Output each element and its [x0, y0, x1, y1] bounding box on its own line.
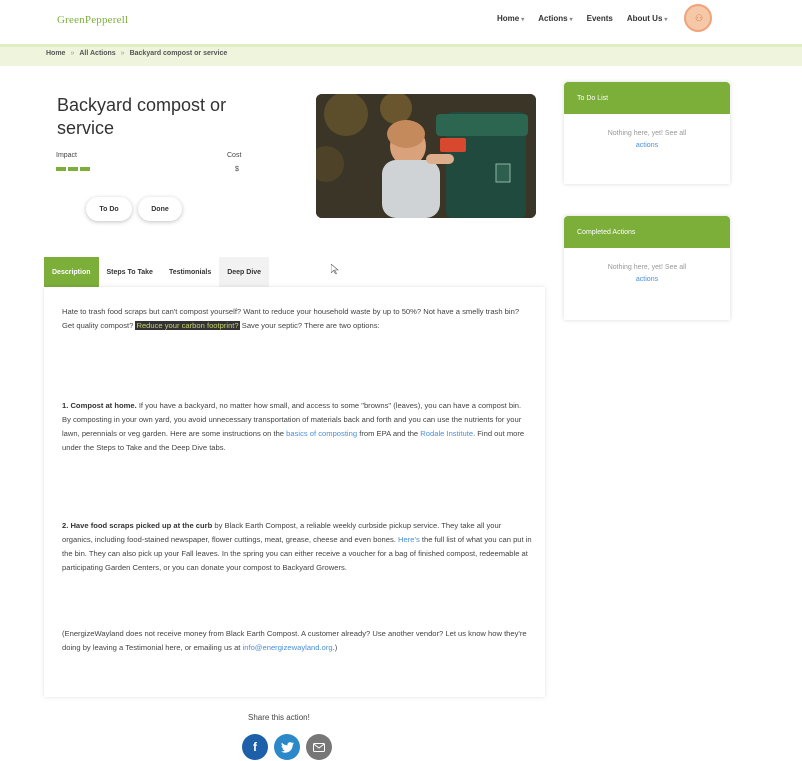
nav-about-us[interactable]: About Us ▾	[627, 14, 668, 23]
top-navbar: GreenPepperell Home ▾ Actions ▾ Events Abo…	[0, 0, 802, 40]
full-list-link[interactable]: Here's	[398, 535, 420, 544]
todo-button[interactable]: To Do	[86, 197, 132, 221]
see-all-actions-link[interactable]: actions	[636, 142, 658, 149]
avatar[interactable]: ⚇	[684, 4, 712, 32]
impact-bar	[80, 167, 90, 171]
highlighted-text: Reduce your carbon footprint?	[135, 321, 240, 330]
basics-of-composting-link[interactable]: basics of composting	[286, 429, 357, 438]
option-1-paragraph: 1. Compost at home. If you have a backya…	[62, 401, 525, 452]
share-buttons: f	[242, 734, 332, 760]
breadcrumb: Home » All Actions » Backyard compost or…	[46, 50, 227, 57]
chevron-down-icon: ▾	[569, 17, 573, 23]
breadcrumb-current: Backyard compost or service	[129, 50, 228, 57]
completed-actions-title: Completed Actions	[564, 216, 730, 248]
todo-list-empty: Nothing here, yet! See all actions	[607, 130, 687, 149]
page-title: Backyard compost or service	[57, 95, 227, 138]
user-icon: ⚇	[695, 13, 704, 23]
cost-label: Cost	[227, 152, 242, 159]
nav-events[interactable]: Events	[587, 14, 613, 23]
action-photo	[316, 94, 536, 218]
todo-list-card: To Do List Nothing here, yet! See all ac…	[564, 82, 730, 184]
cost-value: $	[235, 166, 239, 173]
main-nav: Home ▾ Actions ▾ Events About Us ▾	[497, 14, 667, 23]
impact-label: Impact	[56, 152, 78, 159]
impact-bar	[56, 167, 66, 171]
chevron-down-icon: ▾	[521, 17, 525, 23]
facebook-icon[interactable]: f	[242, 734, 268, 760]
completed-actions-card: Completed Actions Nothing here, yet! See…	[564, 216, 730, 320]
breadcrumb-separator: »	[120, 50, 125, 57]
email-link[interactable]: info@energizewayland.org	[243, 643, 333, 652]
description-panel: Hate to trash food scraps but can't comp…	[44, 287, 545, 697]
breadcrumb-all-actions[interactable]: All Actions	[79, 50, 115, 57]
see-all-actions-link[interactable]: actions	[636, 276, 658, 283]
breadcrumb-separator: »	[70, 50, 75, 57]
chevron-down-icon: ▾	[664, 17, 668, 23]
breadcrumb-home[interactable]: Home	[46, 50, 65, 57]
nav-actions[interactable]: Actions ▾	[538, 14, 572, 23]
done-button[interactable]: Done	[138, 197, 182, 221]
disclaimer-paragraph: (EnergizeWayland does not receive money …	[62, 629, 527, 652]
tab-deep-dive[interactable]: Deep Dive	[219, 257, 270, 287]
site-logo[interactable]: GreenPepperell	[57, 14, 128, 26]
tab-steps-to-take[interactable]: Steps To Take	[98, 257, 161, 287]
child-compost-image	[316, 94, 536, 218]
tab-description[interactable]: Description	[44, 257, 99, 287]
tab-testimonials[interactable]: Testimonials	[160, 257, 220, 287]
impact-meter	[56, 167, 90, 171]
completed-actions-empty: Nothing here, yet! See all actions	[607, 264, 687, 283]
mouse-cursor-icon	[331, 264, 339, 274]
intro-paragraph: Hate to trash food scraps but can't comp…	[62, 307, 520, 330]
twitter-icon[interactable]	[274, 734, 300, 760]
option-2-paragraph: 2. Have food scraps picked up at the cur…	[62, 521, 532, 572]
nav-home[interactable]: Home ▾	[497, 14, 524, 23]
todo-list-title: To Do List	[564, 82, 730, 114]
impact-bar	[68, 167, 78, 171]
email-icon[interactable]	[306, 734, 332, 760]
action-tabs: Description Steps To Take Testimonials D…	[44, 257, 270, 287]
share-label: Share this action!	[248, 713, 310, 722]
rodale-institute-link[interactable]: Rodale Institute	[420, 429, 473, 438]
